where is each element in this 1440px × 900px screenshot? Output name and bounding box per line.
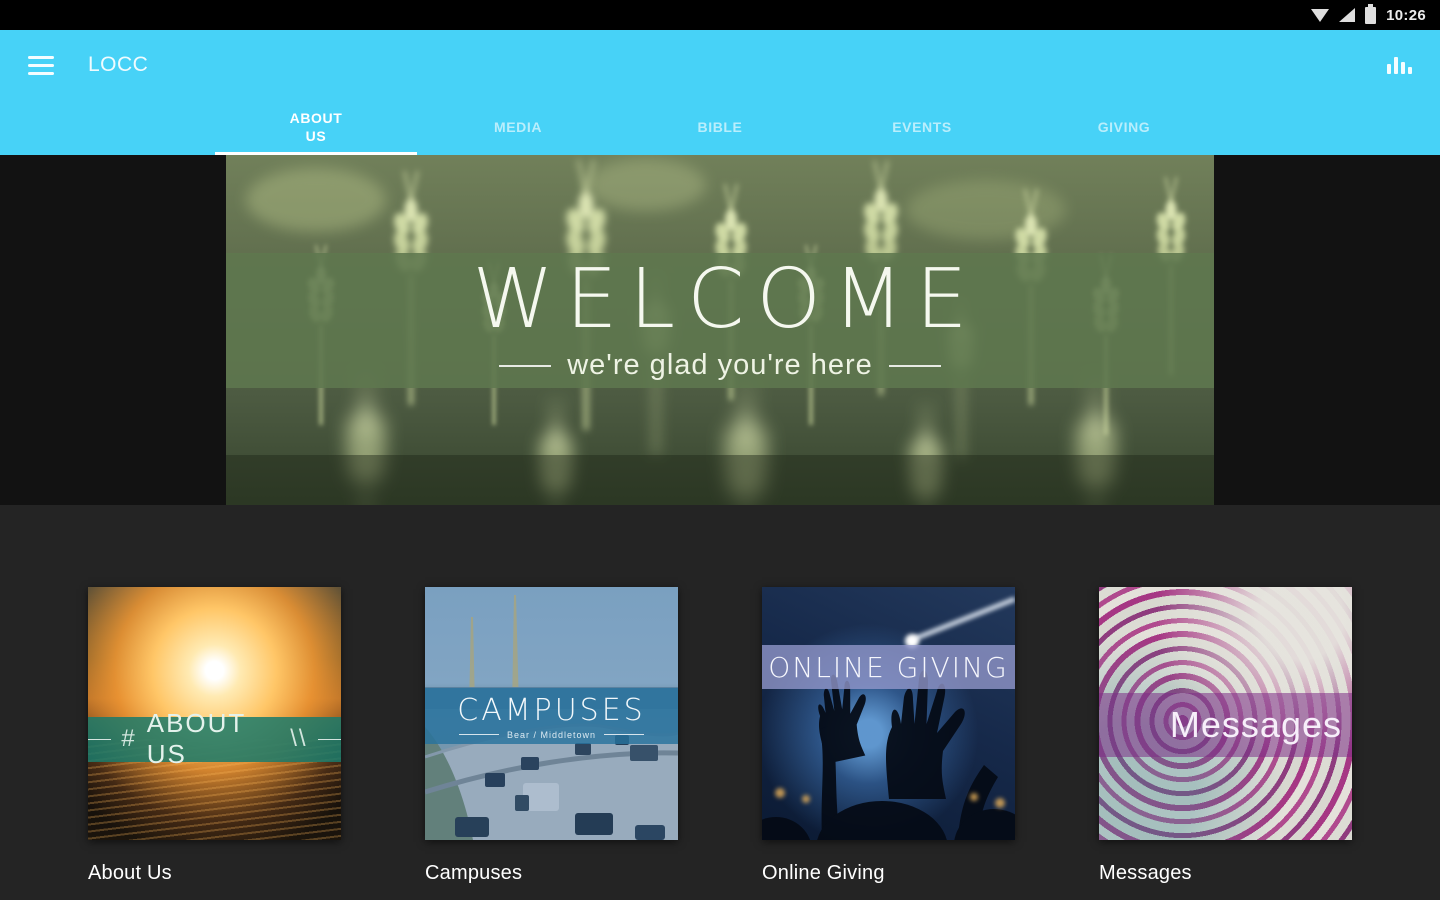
welcome-title: WELCOME	[472, 252, 980, 347]
about-us-image: # ABOUT US \\	[88, 587, 341, 840]
welcome-banner-overlay: WELCOME we're glad you're here	[226, 253, 1214, 388]
status-bar: 10:26	[0, 0, 1440, 30]
card-label-messages: Messages	[1099, 862, 1192, 884]
app-bar: LOCC	[0, 30, 1440, 100]
concert-crowd-illustration	[762, 596, 1015, 840]
left-rule	[499, 364, 552, 367]
right-rule	[888, 364, 941, 367]
battery-icon	[1365, 3, 1377, 24]
card-online-giving[interactable]: ONLINE GIVING Online Giving	[762, 587, 1015, 885]
tab-bible[interactable]: BIBLE	[619, 100, 821, 155]
messages-image: Messages	[1099, 587, 1352, 840]
status-clock: 10:26	[1386, 6, 1426, 24]
campuses-image: CAMPUSES Bear / Middletown	[425, 587, 678, 840]
welcome-subtitle: we're glad you're here	[499, 349, 941, 382]
card-label-campuses: Campuses	[425, 862, 523, 884]
hero-banner[interactable]: WELCOME we're glad you're here	[226, 155, 1214, 505]
app-title: LOCC	[88, 53, 149, 76]
tab-media[interactable]: MEDIA	[417, 100, 619, 155]
online-giving-image: ONLINE GIVING	[762, 587, 1015, 840]
wifi-icon	[1311, 8, 1330, 22]
about-us-overlay-band: # ABOUT US \\	[88, 708, 341, 769]
campuses-overlay-band: CAMPUSES Bear / Middletown	[425, 688, 678, 744]
card-messages[interactable]: Messages Messages	[1099, 587, 1352, 885]
tab-bar: ABOUT US MEDIA BIBLE EVENTS GIVING	[0, 100, 1440, 155]
cell-signal-icon	[1339, 8, 1356, 22]
hero-section: WELCOME we're glad you're here	[0, 155, 1440, 505]
card-label-about-us: About Us	[88, 862, 172, 884]
hamburger-menu-icon[interactable]	[28, 55, 54, 75]
card-about-us[interactable]: # ABOUT US \\ About Us	[88, 587, 341, 885]
online-giving-overlay-band: ONLINE GIVING	[762, 645, 1015, 690]
tab-about-us[interactable]: ABOUT US	[215, 100, 417, 155]
card-campuses[interactable]: CAMPUSES Bear / Middletown Campuses	[425, 587, 678, 885]
content-area: # ABOUT US \\ About Us CAMPUSES Bear / M…	[0, 505, 1440, 900]
card-grid: # ABOUT US \\ About Us CAMPUSES Bear / M…	[0, 587, 1440, 885]
card-label-online-giving: Online Giving	[762, 862, 885, 884]
bar-chart-icon[interactable]	[1387, 56, 1412, 74]
tab-events[interactable]: EVENTS	[821, 100, 1023, 155]
messages-overlay-band: Messages	[1099, 693, 1352, 757]
tab-giving[interactable]: GIVING	[1023, 100, 1225, 155]
